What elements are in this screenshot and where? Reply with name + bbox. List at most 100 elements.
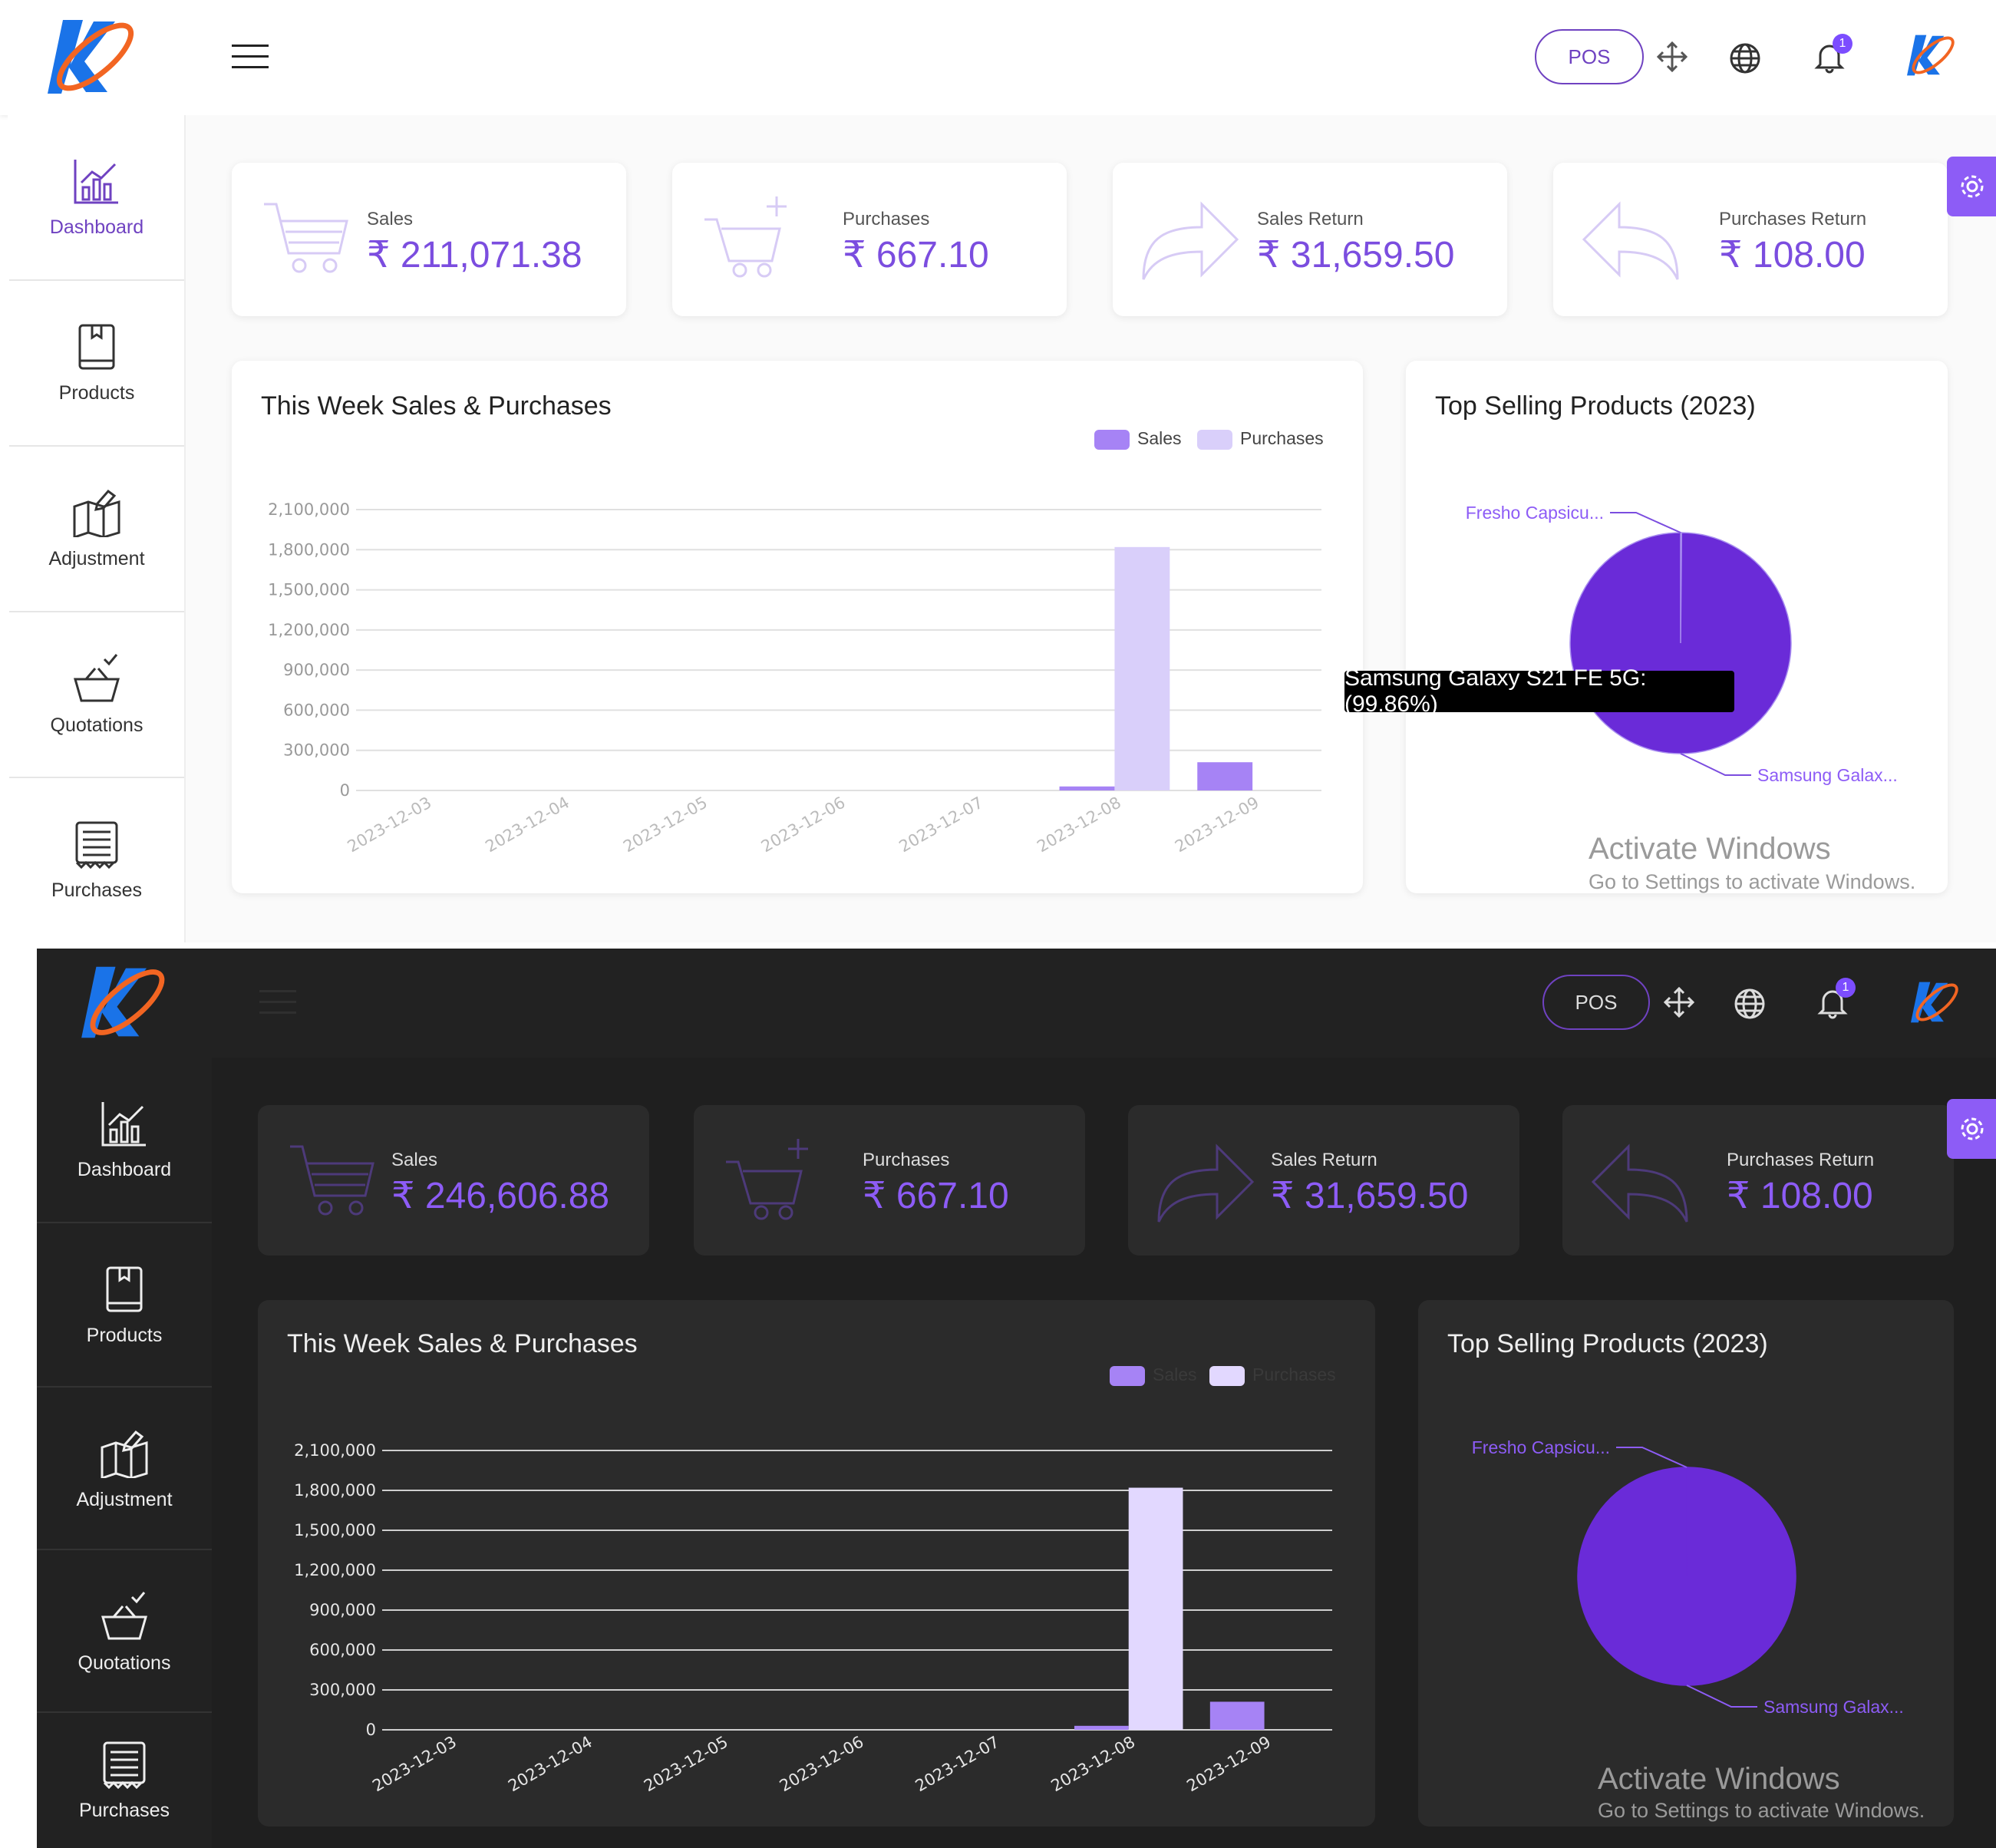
x-tick-label: 2023-12-04 [482, 794, 572, 856]
x-tick-label: 2023-12-08 [1048, 1733, 1139, 1796]
dark-theme-screen: POS 1 Dashboard Products Adjustment Quot… [37, 949, 1996, 1848]
y-tick-label: 1,800,000 [268, 540, 350, 559]
purchases-card[interactable]: Purchases ₹ 667.10 [694, 1105, 1085, 1256]
x-tick-label: 2023-12-09 [1183, 1733, 1274, 1796]
sidebar-item-label: Products [58, 381, 135, 404]
settings-toggle[interactable] [1947, 157, 1996, 216]
card-label: Purchases [863, 1150, 950, 1170]
pos-button[interactable]: POS [1542, 975, 1650, 1030]
forward-arrow-icon [1157, 1143, 1255, 1223]
activate-windows-subtitle: Go to Settings to activate Windows. [1598, 1799, 1925, 1822]
top-header [0, 0, 1996, 115]
sidebar-item-purchases[interactable]: Purchases [37, 1713, 212, 1848]
light-theme-screen: POS 1 Dashboard Products Adjustment Quot… [0, 0, 1996, 942]
pie-leader-line [1610, 512, 1681, 533]
y-tick-label: 900,000 [283, 661, 350, 679]
card-value: ₹ 246,606.88 [391, 1176, 610, 1216]
dashboard-chart-icon [101, 1101, 146, 1146]
app-logo[interactable] [48, 14, 140, 100]
forward-arrow-icon [1142, 201, 1239, 280]
purchases-card[interactable]: Purchases ₹ 667.10 [672, 163, 1067, 316]
sidebar-item-products[interactable]: Products [37, 1223, 212, 1388]
globe-icon[interactable] [1731, 985, 1768, 1022]
cart-icon [264, 203, 348, 273]
weekly-bar-chart: 0 300,000 600,000 900,000 1,200,000 1,500,000… [268, 500, 1321, 856]
y-tick-label: 0 [340, 781, 350, 800]
pie-leader-line [1686, 1685, 1757, 1708]
sales-return-card[interactable]: Sales Return ₹ 31,659.50 [1113, 163, 1507, 316]
pie-label: Samsung Galax... [1757, 765, 1898, 785]
settings-toggle[interactable] [1947, 1099, 1996, 1159]
x-tick-label: 2023-12-07 [896, 794, 987, 856]
sidebar-item-quotations[interactable]: Quotations [9, 612, 184, 777]
sidebar-item-adjustment[interactable]: Adjustment [9, 447, 184, 611]
card-label: Purchases Return [1719, 209, 1867, 229]
x-tick-label: 2023-12-03 [369, 1733, 460, 1796]
card-label: Purchases Return [1727, 1150, 1875, 1170]
x-tick-label: 2023-12-06 [777, 1733, 867, 1796]
sidebar-item-label: Products [86, 1324, 163, 1346]
x-tick-label: 2023-12-05 [641, 1733, 731, 1796]
sidebar-item-purchases[interactable]: Purchases [9, 778, 184, 942]
cart-plus-icon [704, 196, 787, 278]
purchases-return-card[interactable]: Purchases Return ₹ 108.00 [1553, 163, 1948, 316]
book-icon [106, 1266, 143, 1312]
user-avatar[interactable] [1907, 31, 1958, 80]
bar-sales [1209, 1701, 1265, 1730]
card-label: Purchases [843, 209, 930, 229]
sidebar-item-dashboard[interactable]: Dashboard [37, 1058, 212, 1222]
weekly-chart-card: This Week Sales & Purchases Sales Purcha… [232, 361, 1363, 893]
activate-windows-subtitle: Go to Settings to activate Windows. [1589, 870, 1916, 893]
y-tick-label: 1,500,000 [268, 581, 350, 599]
top-products-card: Top Selling Products (2023) Fresho Capsi… [1418, 1300, 1954, 1827]
cart-plus-icon [726, 1139, 808, 1220]
pos-button[interactable]: POS [1535, 29, 1644, 84]
user-avatar[interactable] [1911, 978, 1961, 1027]
card-value: ₹ 108.00 [1727, 1176, 1873, 1216]
pie-slice [1569, 532, 1792, 754]
sidebar-item-label: Quotations [78, 1652, 171, 1674]
pie-leader-line [1616, 1447, 1688, 1468]
x-tick-label: 2023-12-08 [1034, 794, 1124, 856]
hamburger-menu-icon[interactable] [259, 990, 296, 1016]
y-tick-label: 600,000 [309, 1641, 376, 1659]
sales-card[interactable]: Sales ₹ 211,071.38 [232, 163, 626, 316]
app-logo[interactable] [81, 961, 170, 1044]
x-tick-label: 2023-12-04 [505, 1733, 596, 1796]
sidebar-item-label: Adjustment [48, 547, 145, 569]
bar-sales [1059, 786, 1115, 790]
gear-icon [1961, 1117, 1984, 1140]
top-products-card: Top Selling Products (2023) Fresho Capsi… [1406, 361, 1948, 893]
globe-icon[interactable] [1727, 40, 1763, 77]
sales-return-card[interactable]: Sales Return ₹ 31,659.50 [1128, 1105, 1519, 1256]
notification-badge: 1 [1836, 978, 1856, 998]
weekly-bar-chart: 0 300,000 600,000 900,000 1,200,000 1,500,000… [294, 1441, 1332, 1796]
sidebar-item-products[interactable]: Products [9, 281, 184, 445]
card-value: ₹ 211,071.38 [367, 235, 582, 276]
sidebar-item-dashboard[interactable]: Dashboard [9, 115, 184, 279]
card-label: Sales Return [1271, 1150, 1377, 1170]
sidebar-item-quotations[interactable]: Quotations [37, 1550, 212, 1714]
sidebar-item-adjustment[interactable]: Adjustment [37, 1388, 212, 1552]
card-value: ₹ 667.10 [863, 1176, 1009, 1216]
bar-purchases [1128, 1487, 1183, 1730]
notification-badge: 1 [1833, 34, 1852, 54]
basket-check-icon [101, 1591, 147, 1639]
top-products-pie-chart: Fresho Capsicu... Samsung Galax... [1472, 1437, 1904, 1717]
activate-windows-title: Activate Windows [1598, 1762, 1840, 1796]
sales-card[interactable]: Sales ₹ 246,606.88 [258, 1105, 649, 1256]
pie-slice [1577, 1467, 1796, 1686]
purchases-return-card[interactable]: Purchases Return ₹ 108.00 [1562, 1105, 1954, 1256]
y-tick-label: 1,500,000 [294, 1521, 376, 1539]
x-tick-label: 2023-12-06 [758, 794, 849, 856]
y-tick-label: 1,200,000 [294, 1561, 376, 1579]
bar-sales [1197, 762, 1253, 790]
pie-label: Fresho Capsicu... [1472, 1437, 1610, 1457]
hamburger-menu-icon[interactable] [232, 45, 269, 71]
x-tick-label: 2023-12-03 [345, 794, 435, 856]
activate-windows-title: Activate Windows [1589, 832, 1831, 866]
fullscreen-move-icon[interactable] [1654, 38, 1691, 75]
fullscreen-move-icon[interactable] [1661, 984, 1697, 1021]
gear-icon [1961, 175, 1984, 198]
bar-sales [1074, 1725, 1129, 1730]
